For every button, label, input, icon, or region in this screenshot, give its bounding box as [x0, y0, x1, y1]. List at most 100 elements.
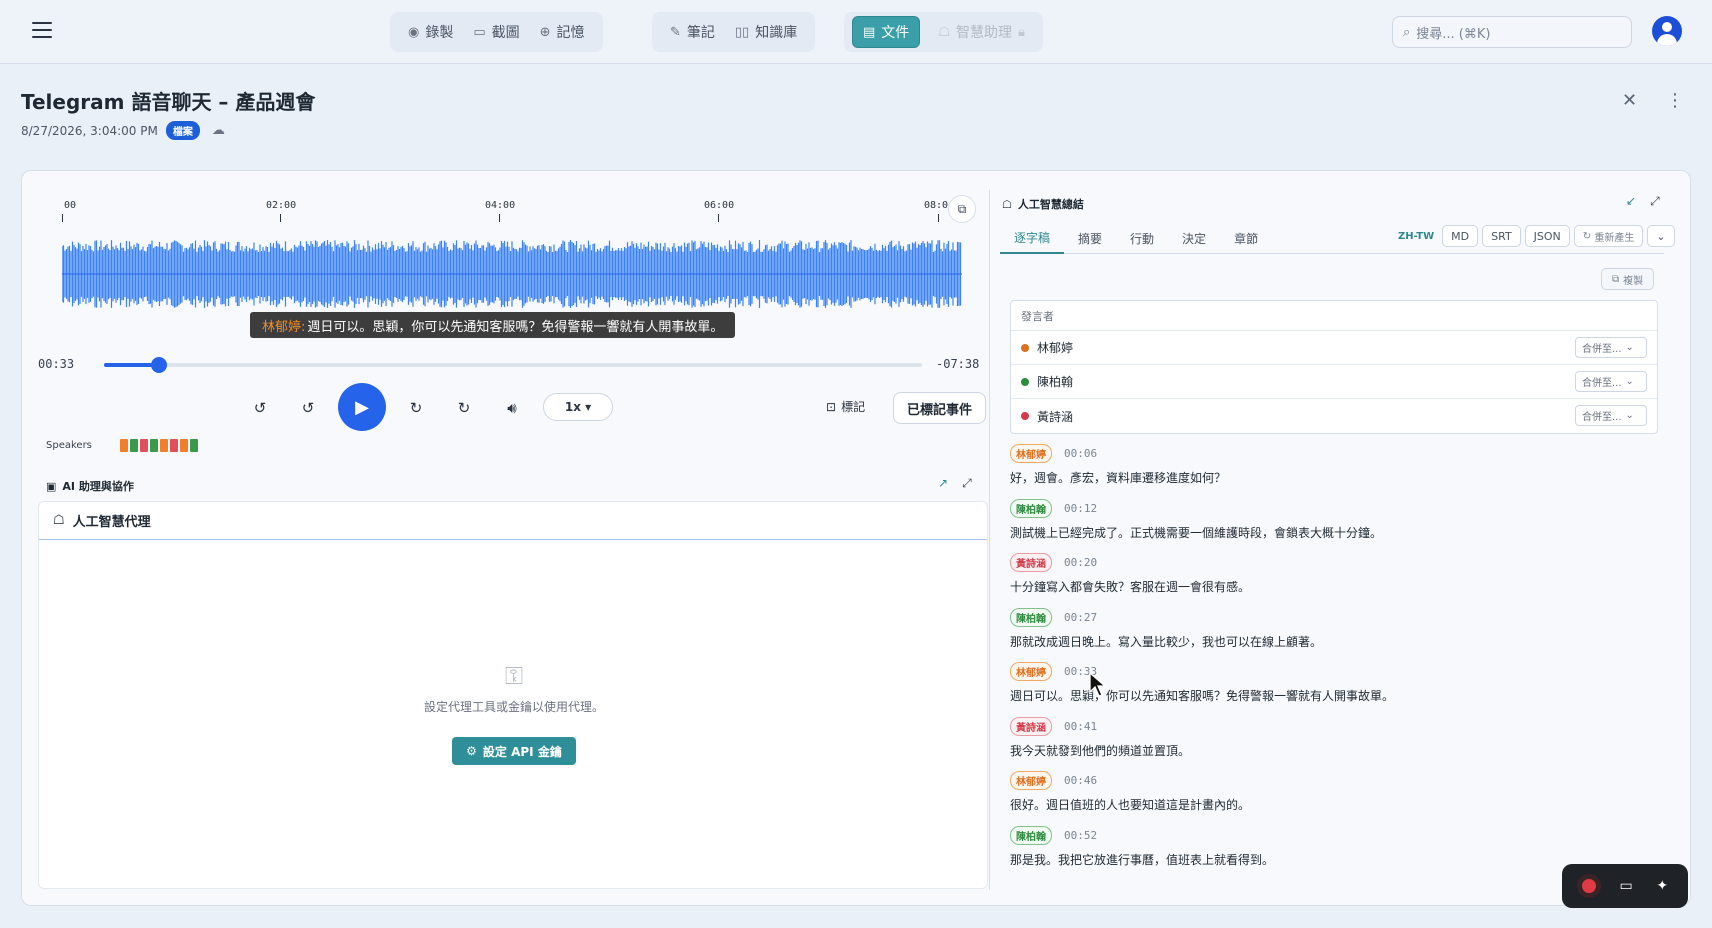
speaker-name: 黃詩涵 [1037, 409, 1074, 424]
agent-panel-header: ☖ 人工智慧代理 [39, 502, 987, 540]
copy-button[interactable]: ⧉ 複製 [1601, 268, 1655, 290]
playback-speed-select[interactable]: 1x ▾ [543, 393, 613, 421]
agent-empty-message: 設定代理工具或金鑰以使用代理。 [423, 700, 604, 714]
screen-capture-icon[interactable]: ▭ [1620, 878, 1633, 894]
speaker-chip[interactable]: 陳柏翰 [1010, 825, 1052, 845]
nav-record-button[interactable]: ◉ 錄製 [398, 16, 463, 48]
transcript-entry[interactable]: 林郁婷 00:06 好，週會。彥宏，資料庫遷移進度如何？ [1010, 444, 1660, 499]
nav-screenshot-button[interactable]: ▭ 截圖 [463, 16, 529, 48]
expand-icon[interactable]: ⤢ [962, 476, 972, 491]
timeline-tick-label: 06:00 [704, 200, 735, 211]
chevron-down-icon: ⌄ [1656, 229, 1666, 243]
transcript-entry[interactable]: 黃詩涵 00:20 十分鐘寫入都會失敗？客服在週一會很有感。 [1010, 553, 1660, 608]
nav-notes-button[interactable]: ✎ 筆記 [660, 16, 725, 48]
speaker-chip[interactable]: 林郁婷 [1010, 444, 1052, 463]
timestamp[interactable]: 00:46 [1064, 774, 1097, 787]
speaker-chip[interactable]: 林郁婷 [1010, 771, 1052, 790]
export-json-button[interactable]: JSON [1524, 225, 1570, 247]
export-srt-button[interactable]: SRT [1482, 225, 1521, 247]
transcript-entry[interactable]: 黃詩涵 00:41 我今天就發到他們的頻道並置頂。 [1010, 716, 1660, 772]
speaker-swatch[interactable] [190, 439, 198, 452]
rewind-30-icon[interactable]: ↺ [246, 394, 274, 422]
seek-slider[interactable] [104, 357, 922, 373]
picture-in-picture-icon[interactable]: ⧉ [948, 195, 976, 223]
merge-speaker-select[interactable]: 合併至... ⌄ [1575, 405, 1647, 426]
merge-speaker-select[interactable]: 合併至... ⌄ [1575, 337, 1647, 358]
summary-actions: ↙ ⤢ [1626, 194, 1660, 209]
tab-actions[interactable]: 行動 [1116, 222, 1168, 254]
speaker-chip[interactable]: 黃詩涵 [1010, 553, 1052, 572]
seek-handle[interactable] [150, 357, 167, 373]
nav-assistant-button[interactable]: ☖ 智慧助理 🔒︎ [928, 16, 1035, 48]
speaker-chip[interactable]: 林郁婷 [1010, 662, 1052, 681]
timestamp[interactable]: 00:52 [1064, 829, 1097, 842]
tab-summary[interactable]: 摘要 [1064, 222, 1116, 254]
timestamp[interactable]: 00:12 [1064, 502, 1097, 515]
speaker-name: 陳柏翰 [1037, 375, 1074, 389]
panel-divider[interactable] [989, 190, 990, 890]
record-icon[interactable] [1581, 879, 1596, 893]
language-select[interactable]: ZH-TW [1398, 231, 1434, 242]
transcript-entry[interactable]: 林郁婷 00:46 很好。週日值班的人也要知道這是計畫內的。 [1010, 771, 1660, 826]
avatar[interactable] [1652, 16, 1682, 46]
popout-icon[interactable]: ↗ [938, 476, 948, 491]
tab-chapters[interactable]: 章節 [1220, 222, 1272, 254]
speaker-chip[interactable]: 陳柏翰 [1010, 607, 1052, 627]
nav-knowledge-button[interactable]: ▯▯ 知識庫 [725, 16, 807, 48]
close-icon[interactable]: ✕ [1622, 90, 1637, 111]
regenerate-button[interactable]: ↻ 重新產生 [1573, 225, 1644, 247]
volume-icon[interactable]: 🔊︎ [498, 394, 526, 422]
page-title: Telegram 語音聊天 – 產品週會 [21, 90, 316, 114]
mark-button[interactable]: ⊡ 標記 [826, 398, 865, 415]
tab-decisions[interactable]: 決定 [1168, 222, 1220, 254]
waveform[interactable] [62, 240, 962, 308]
menu-icon[interactable] [32, 22, 52, 38]
robot-icon: ☖ [53, 513, 65, 528]
speaker-chip[interactable]: 黃詩涵 [1010, 716, 1052, 736]
transcript-entry[interactable]: 陳柏翰 00:27 那就改成週日晚上。寫入量比較少，我也可以在線上顧著。 [1010, 607, 1660, 663]
mouse-cursor-icon [1089, 672, 1107, 697]
tab-transcript[interactable]: 逐字稿 [1000, 222, 1065, 254]
play-icon: ▶ [355, 396, 369, 418]
cloud-sync-icon[interactable]: ☁ [212, 123, 225, 138]
timeline-tick [280, 214, 281, 222]
nav-documents-button[interactable]: ▤ 文件 [852, 16, 921, 48]
export-md-button[interactable]: MD [1442, 225, 1479, 247]
forward-30-icon[interactable]: ↻ [450, 394, 478, 422]
memory-icon: ⊕ [539, 24, 551, 40]
speaker-swatches [120, 439, 198, 452]
timestamp[interactable]: 00:27 [1064, 611, 1097, 624]
marked-events-button[interactable]: 已標記事件 [893, 392, 986, 424]
chevron-down-icon: ⌄ [1625, 376, 1634, 387]
nav-memory-button[interactable]: ⊕ 記憶 [530, 16, 595, 48]
speaker-chip[interactable]: 陳柏翰 [1010, 498, 1052, 518]
timestamp[interactable]: 00:20 [1064, 556, 1097, 569]
speaker-color-dot [1021, 343, 1029, 352]
more-options-icon[interactable]: ⋮ [1666, 90, 1684, 111]
play-button[interactable]: ▶ [338, 383, 386, 431]
rewind-10-icon[interactable]: ↺ [294, 394, 322, 422]
speaker-swatch[interactable] [140, 439, 148, 452]
sparkle-icon[interactable]: ✦ [1656, 878, 1668, 894]
transcript-entry[interactable]: 陳柏翰 00:12 測試機上已經完成了。正式機需要一個維護時段，會鎖表大概十分鐘。 [1010, 498, 1660, 554]
forward-10-icon[interactable]: ↻ [402, 394, 430, 422]
timestamp[interactable]: 00:06 [1064, 447, 1097, 460]
merge-speaker-select[interactable]: 合併至... ⌄ [1575, 371, 1647, 392]
regenerate-dropdown[interactable]: ⌄ [1647, 225, 1675, 247]
timeline-tick-label: 04:00 [485, 200, 516, 211]
search-input[interactable]: ⌕ 搜尋... (⌘K) [1392, 16, 1632, 48]
speaker-swatch[interactable] [120, 439, 128, 452]
transcript-text: 十分鐘寫入都會失敗？客服在週一會很有感。 [1010, 580, 1251, 594]
speaker-swatch[interactable] [160, 439, 168, 452]
set-api-key-button[interactable]: ⚙ 設定 API 金鑰 [452, 737, 576, 765]
speaker-swatch[interactable] [170, 439, 178, 452]
timestamp[interactable]: 00:41 [1064, 720, 1097, 733]
speaker-swatch[interactable] [130, 439, 138, 452]
expand-icon[interactable]: ⤢ [1650, 194, 1660, 209]
nav-group-knowledge: ✎ 筆記 ▯▯ 知識庫 [652, 12, 816, 52]
speaker-swatch[interactable] [180, 439, 188, 452]
book-icon: ▯▯ [734, 24, 750, 40]
collapse-icon[interactable]: ↙ [1626, 194, 1636, 209]
speaker-table-header: 發言者 [1011, 301, 1657, 331]
speaker-swatch[interactable] [150, 439, 158, 452]
